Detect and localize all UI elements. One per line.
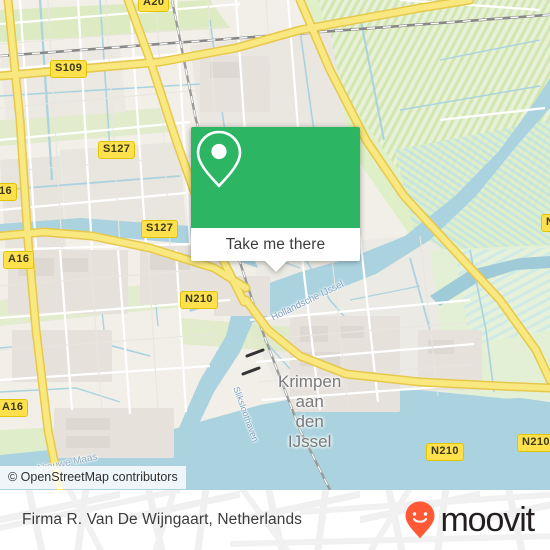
shield-a20[interactable]: A20 (138, 0, 170, 12)
callout-action-area[interactable]: Take me there (191, 228, 360, 272)
callout-icon-area (191, 127, 360, 228)
shield-n210-south[interactable]: N210 (426, 443, 464, 461)
place-label-line-2: aan (295, 392, 324, 411)
shield-n210-west[interactable]: N210 (180, 291, 218, 309)
shield-a16-upper[interactable]: 16 (0, 183, 18, 201)
shield-s127-south[interactable]: S127 (141, 220, 179, 238)
place-label-line-1: Krimpen (278, 372, 342, 391)
moovit-brand[interactable]: moovit (404, 490, 535, 550)
place-title: Firma R. Van De Wijngaart, Netherlands (22, 511, 303, 528)
footer-bar: Firma R. Van De Wijngaart, Netherlands m… (0, 490, 550, 550)
map-canvas[interactable]: A20 S109 S127 16 S127 A16 N210 N A16 N21… (0, 0, 550, 490)
map-pin-icon (196, 130, 242, 188)
shield-n-edge[interactable]: N (541, 214, 550, 232)
take-me-there-callout[interactable]: Take me there (191, 127, 360, 272)
moovit-place-card: A20 S109 S127 16 S127 A16 N210 N A16 N21… (0, 0, 550, 550)
shield-a16-mid[interactable]: A16 (3, 251, 35, 269)
callout-pointer (264, 261, 287, 272)
osm-attribution[interactable]: © OpenStreetMap contributors (0, 466, 186, 489)
moovit-wordmark: moovit (440, 501, 535, 539)
shield-s109[interactable]: S109 (50, 60, 88, 78)
place-label-line-3: den (295, 412, 324, 431)
place-label-krimpen-aan-den-ijssel: Krimpen aan den IJssel (278, 372, 341, 452)
moovit-pin-icon (405, 501, 435, 539)
shield-a16-lower[interactable]: A16 (0, 399, 29, 417)
shield-s127-north[interactable]: S127 (98, 141, 136, 159)
take-me-there-label: Take me there (225, 235, 326, 253)
shield-n210-east[interactable]: N210 (517, 434, 550, 452)
place-label-line-4: IJssel (287, 432, 332, 451)
